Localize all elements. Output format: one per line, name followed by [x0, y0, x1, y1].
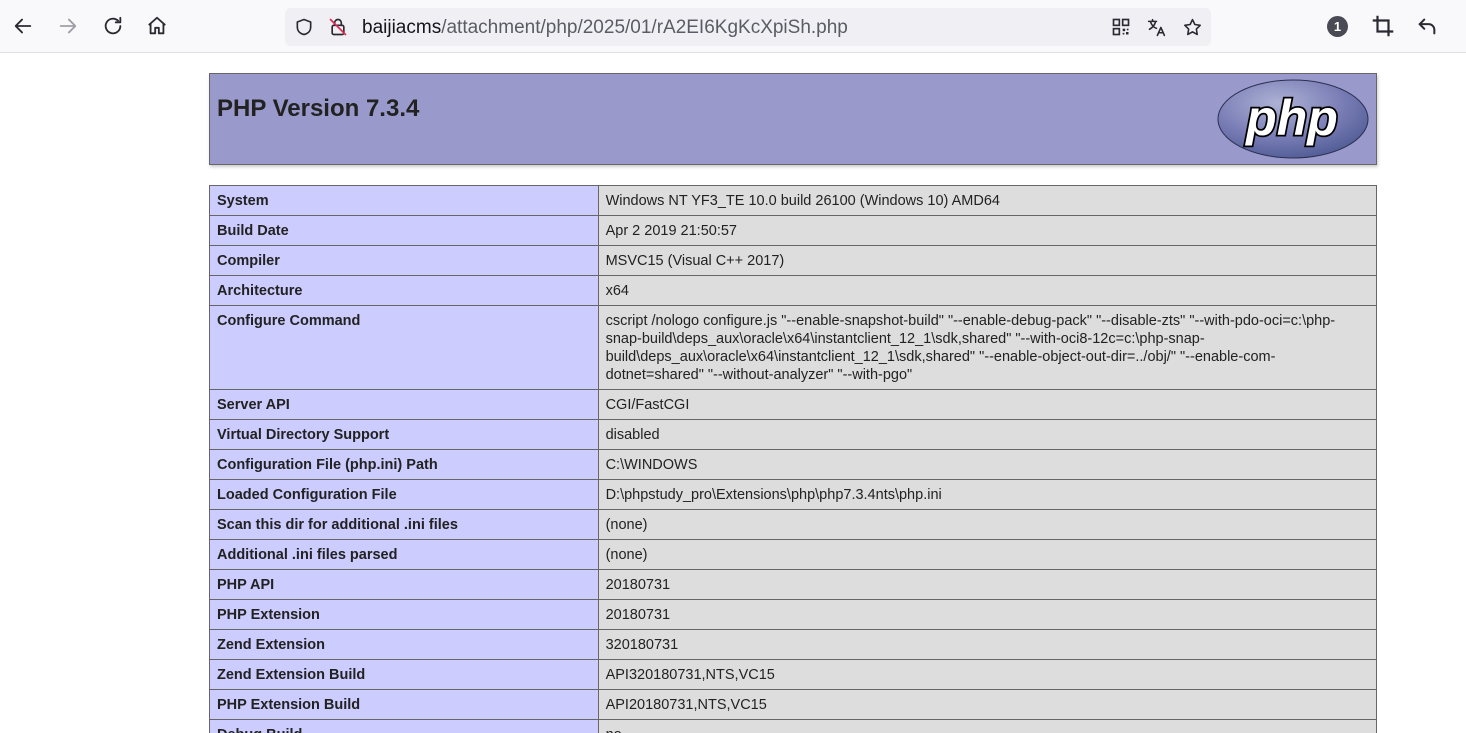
- row-value: cscript /nologo configure.js "--enable-s…: [597, 305, 1378, 390]
- row-key: Scan this dir for additional .ini files: [209, 509, 599, 540]
- php-logo-text: php: [1244, 90, 1338, 146]
- phpinfo-header: PHP Version 7.3.4 php: [209, 73, 1377, 165]
- row-key: Virtual Directory Support: [209, 419, 599, 450]
- row-value: API320180731,NTS,VC15: [597, 659, 1378, 690]
- row-value: C:\WINDOWS: [597, 449, 1378, 480]
- browser-toolbar: baijiacms/attachment/php/2025/01/rA2EI6K…: [0, 0, 1466, 53]
- row-key: Architecture: [209, 275, 599, 306]
- extensions-badge-icon[interactable]: 1: [1327, 16, 1348, 37]
- table-row: Server API CGI/FastCGI: [209, 389, 1378, 420]
- row-value: (none): [597, 539, 1378, 570]
- translate-icon[interactable]: [1145, 16, 1167, 38]
- row-value: D:\phpstudy_pro\Extensions\php\php7.3.4n…: [597, 479, 1378, 510]
- row-key: Zend Extension: [209, 629, 599, 660]
- url-host: baijiacms: [362, 17, 442, 38]
- row-value: CGI/FastCGI: [597, 389, 1378, 420]
- table-row: Configure Command cscript /nologo configu…: [209, 305, 1378, 390]
- url-bar[interactable]: baijiacms/attachment/php/2025/01/rA2EI6K…: [285, 8, 1211, 46]
- row-value: 20180731: [597, 569, 1378, 600]
- qr-code-icon[interactable]: [1110, 16, 1132, 38]
- row-value: 20180731: [597, 599, 1378, 630]
- screenshot-crop-icon[interactable]: [1367, 10, 1399, 42]
- row-key: PHP API: [209, 569, 599, 600]
- row-value: x64: [597, 275, 1378, 306]
- home-icon[interactable]: [141, 10, 173, 42]
- table-row: Compiler MSVC15 (Visual C++ 2017): [209, 245, 1378, 276]
- row-value: MSVC15 (Visual C++ 2017): [597, 245, 1378, 276]
- undo-arrow-icon[interactable]: [1411, 10, 1443, 42]
- row-key: Configure Command: [209, 305, 599, 390]
- row-value: no: [597, 719, 1378, 733]
- reload-icon[interactable]: [97, 10, 129, 42]
- table-row: Build Date Apr 2 2019 21:50:57: [209, 215, 1378, 246]
- bookmark-star-icon[interactable]: [1181, 16, 1203, 38]
- row-key: PHP Extension Build: [209, 689, 599, 720]
- table-row: Debug Buildno: [209, 719, 1378, 733]
- phpinfo-content: PHP Version 7.3.4 php System Windows NT Y…: [209, 73, 1378, 733]
- url-path: /attachment/php/2025/01/rA2EI6KgKcXpiSh.…: [441, 17, 848, 38]
- row-key: Additional .ini files parsed: [209, 539, 599, 570]
- table-row: System Windows NT YF3_TE 10.0 build 26100…: [209, 185, 1378, 216]
- row-key: Compiler: [209, 245, 599, 276]
- table-row: Configuration File (php.ini) Path C:\WIND…: [209, 449, 1378, 480]
- table-row: Loaded Configuration File D:\phpstudy_pro…: [209, 479, 1378, 510]
- row-key: Zend Extension Build: [209, 659, 599, 690]
- table-row: Additional .ini files parsed (none): [209, 539, 1378, 570]
- tracking-shield-icon[interactable]: [293, 16, 315, 38]
- row-key: Loaded Configuration File: [209, 479, 599, 510]
- table-row: PHP Extension Build API20180731,NTS,VC15: [209, 689, 1378, 720]
- back-arrow-icon[interactable]: [7, 10, 39, 42]
- row-value: 320180731: [597, 629, 1378, 660]
- table-row: PHP Extension 20180731: [209, 599, 1378, 630]
- phpinfo-table: System Windows NT YF3_TE 10.0 build 26100…: [209, 185, 1378, 733]
- row-value: API20180731,NTS,VC15: [597, 689, 1378, 720]
- row-key: Build Date: [209, 215, 599, 246]
- table-row: Zend Extension 320180731: [209, 629, 1378, 660]
- row-value: disabled: [597, 419, 1378, 450]
- table-row: Scan this dir for additional .ini files(…: [209, 509, 1378, 540]
- table-row: Virtual Directory Support disabled: [209, 419, 1378, 450]
- row-value: Apr 2 2019 21:50:57: [597, 215, 1378, 246]
- row-key: Server API: [209, 389, 599, 420]
- url-text[interactable]: baijiacms/attachment/php/2025/01/rA2EI6K…: [362, 17, 848, 39]
- table-row: Zend Extension Build API320180731,NTS,VC1…: [209, 659, 1378, 690]
- table-row: PHP API 20180731: [209, 569, 1378, 600]
- row-key: PHP Extension: [209, 599, 599, 630]
- php-logo[interactable]: php: [1216, 79, 1370, 159]
- row-key: Configuration File (php.ini) Path: [209, 449, 599, 480]
- row-value: Windows NT YF3_TE 10.0 build 26100 (Wind…: [597, 185, 1378, 216]
- row-key: Debug Build: [209, 719, 599, 733]
- row-key: System: [209, 185, 599, 216]
- row-value: (none): [597, 509, 1378, 540]
- table-row: Architecture x64: [209, 275, 1378, 306]
- insecure-lock-icon[interactable]: [327, 16, 349, 38]
- forward-arrow-icon[interactable]: [52, 10, 84, 42]
- page-title: PHP Version 7.3.4: [217, 95, 420, 122]
